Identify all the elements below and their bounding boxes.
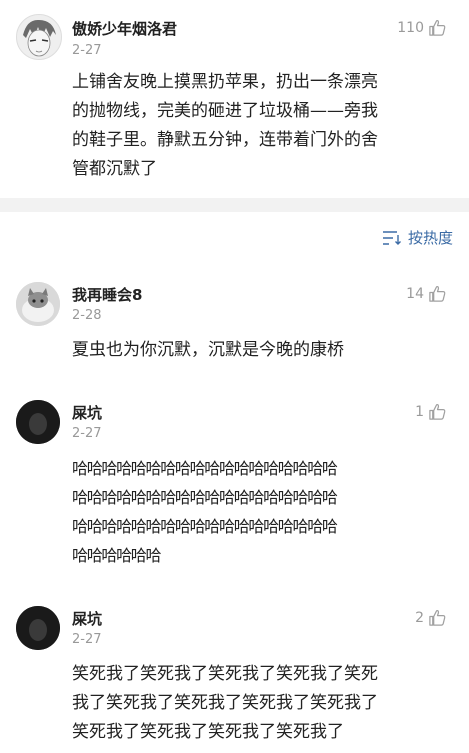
- comment-date: 2-27: [72, 632, 102, 647]
- list-item: 我再睡会8 2-28 14 夏虫也为你沉默，沉默是今晚的康桥: [0, 270, 469, 380]
- like-button[interactable]: 14: [406, 284, 447, 303]
- thumbs-up-icon: [429, 610, 446, 626]
- comment-date: 2-27: [72, 43, 102, 58]
- comment-text: 上铺舍友晚上摸黑扔苹果，扔出一条漂亮 的抛物线，完美的砸进了垃圾桶——旁我 的鞋…: [72, 72, 378, 179]
- author-name[interactable]: 傲娇少年烟洛君: [72, 18, 177, 39]
- author-name[interactable]: 屎坑: [72, 608, 102, 629]
- sort-label: 按热度: [407, 229, 453, 247]
- comment-text: 哈哈哈哈哈哈哈哈哈哈哈哈哈哈哈哈哈哈 哈哈哈哈哈哈哈哈哈哈哈哈哈哈哈哈哈哈 哈哈…: [72, 459, 338, 565]
- dark-avatar-icon: [16, 606, 60, 650]
- sort-lines-icon: [382, 230, 401, 245]
- like-count: 14: [406, 285, 424, 302]
- like-count: 2: [415, 609, 424, 626]
- comment-date: 2-28: [72, 308, 102, 323]
- thumbs-up-icon: [429, 404, 446, 420]
- avatar[interactable]: [16, 606, 60, 650]
- list-item: 屎坑 2-27 2 笑死我了笑死我了笑死我了笑死我了笑死 我了笑死我了笑死我了笑…: [0, 596, 469, 753]
- avatar[interactable]: [16, 282, 60, 326]
- like-count: 1: [415, 403, 424, 420]
- like-button[interactable]: 2: [415, 608, 447, 627]
- like-button[interactable]: 110: [397, 18, 447, 37]
- avatar[interactable]: [16, 400, 60, 444]
- sort-bar: 按热度: [0, 212, 469, 262]
- author-name[interactable]: 屎坑: [72, 402, 102, 423]
- section-divider: [0, 198, 469, 212]
- anime-avatar-icon: [17, 15, 61, 59]
- author-name[interactable]: 我再睡会8: [72, 284, 142, 305]
- avatar[interactable]: [16, 14, 62, 60]
- comment-text: 笑死我了笑死我了笑死我了笑死我了笑死 我了笑死我了笑死我了笑死我了笑死我了 笑死…: [72, 664, 378, 742]
- thumbs-up-icon: [429, 20, 446, 36]
- sort-button[interactable]: 按热度: [382, 227, 453, 248]
- dark-avatar-icon: [16, 400, 60, 444]
- like-button[interactable]: 1: [415, 402, 447, 421]
- cat-avatar-icon: [16, 282, 60, 326]
- like-count: 110: [397, 19, 424, 36]
- top-comment: 傲娇少年烟洛君 2-27 110 上铺舍友晚上摸黑扔苹果，扔出一条漂亮 的抛物线…: [0, 0, 469, 198]
- thumbs-up-icon: [429, 286, 446, 302]
- comment-screen: 傲娇少年烟洛君 2-27 110 上铺舍友晚上摸黑扔苹果，扔出一条漂亮 的抛物线…: [0, 0, 469, 753]
- comment-date: 2-27: [72, 426, 102, 441]
- list-item: 屎坑 2-27 1 哈哈哈哈哈哈哈哈哈哈哈哈哈哈哈哈哈哈 哈哈哈哈哈哈哈哈哈哈哈…: [0, 390, 469, 590]
- comment-text: 夏虫也为你沉默，沉默是今晚的康桥: [72, 340, 344, 360]
